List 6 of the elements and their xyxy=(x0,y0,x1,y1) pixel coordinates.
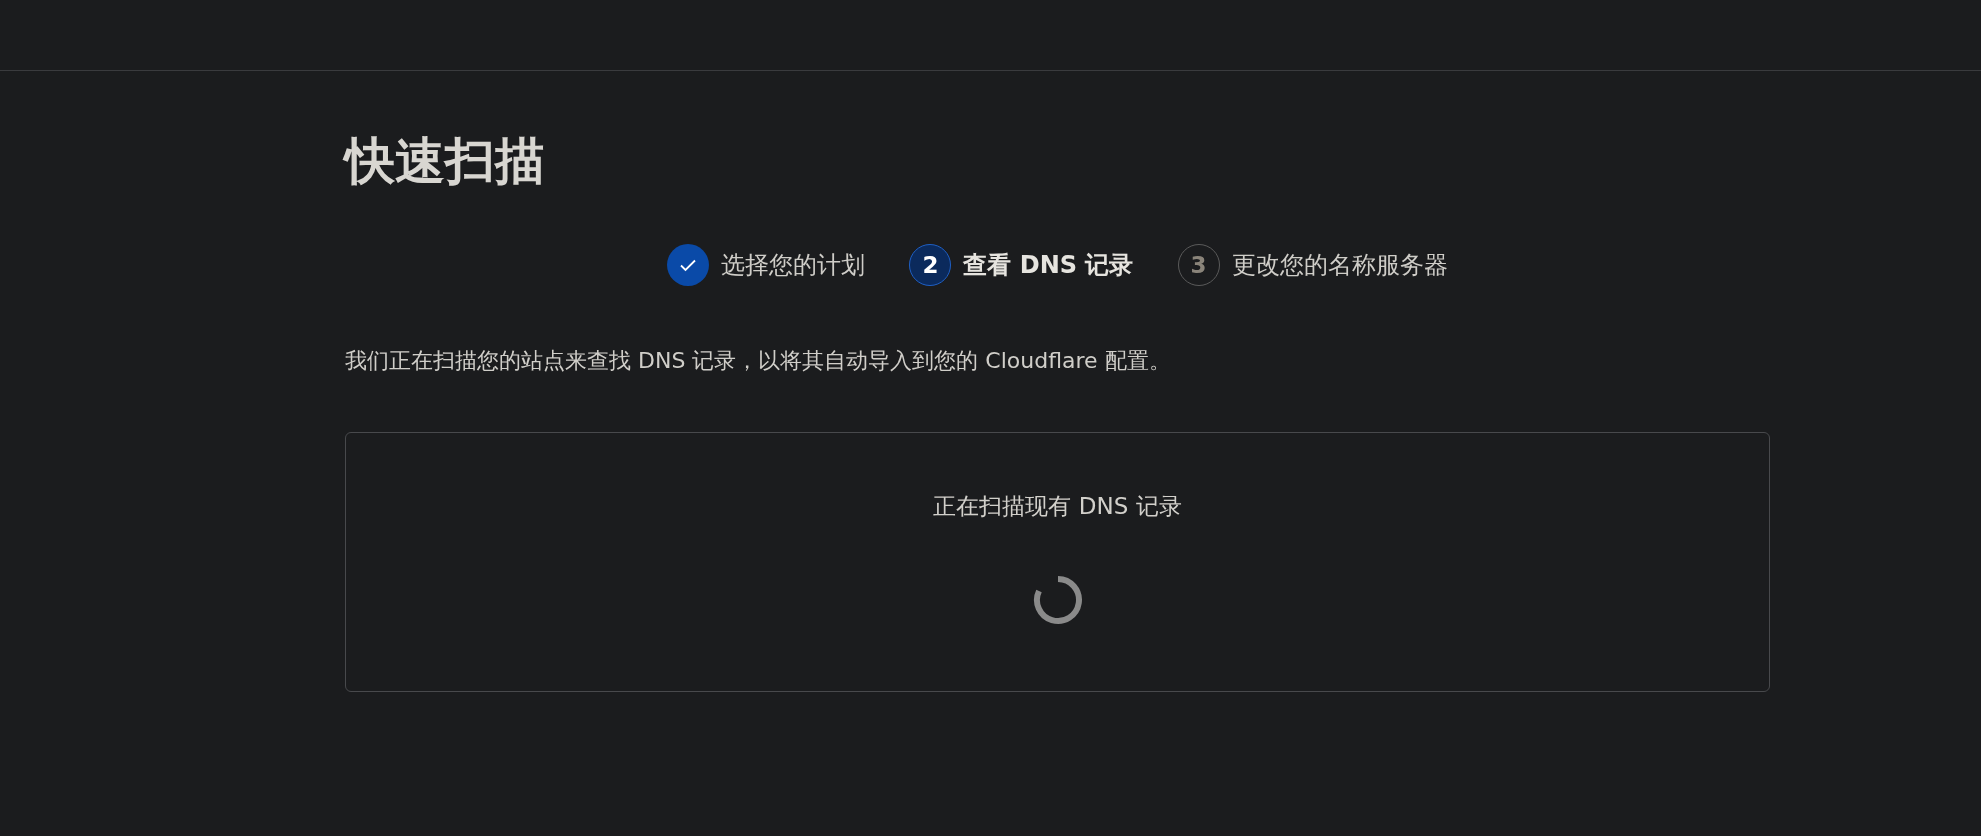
description-text: 我们正在扫描您的站点来查找 DNS 记录，以将其自动导入到您的 Cloudflare 配置。 xyxy=(345,347,1171,375)
step-label: 选择您的计划 xyxy=(721,250,866,281)
step-label: 查看 DNS 记录 xyxy=(963,250,1134,281)
step-number: 2 xyxy=(909,244,952,286)
scanning-message: 正在扫描现有 DNS 记录 xyxy=(933,492,1182,521)
step-label: 更改您的名称服务器 xyxy=(1231,250,1448,281)
